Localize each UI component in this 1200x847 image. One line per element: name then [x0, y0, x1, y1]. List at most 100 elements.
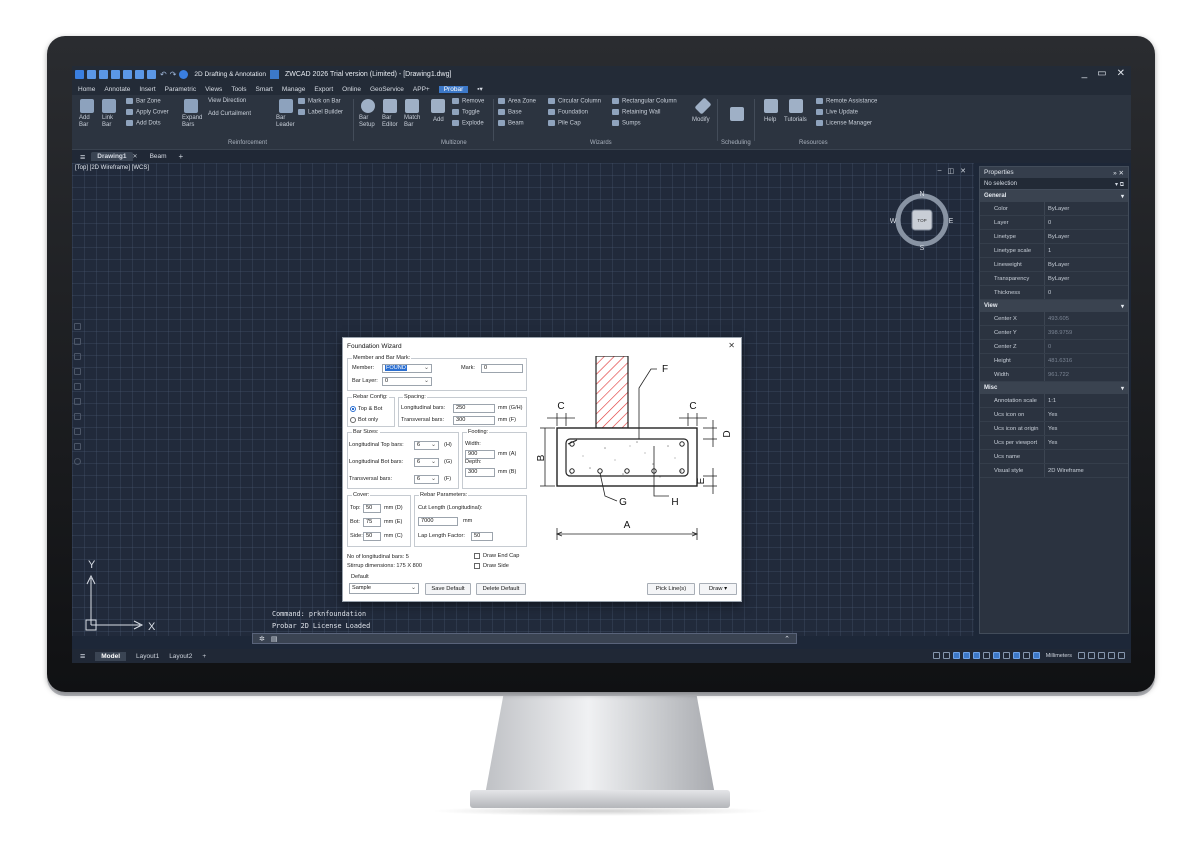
multizone-add-icon[interactable] — [431, 99, 445, 113]
help-circle-icon[interactable] — [179, 70, 189, 79]
cover-top-input[interactable]: 50 — [363, 504, 381, 513]
dynamic-input-icon[interactable] — [992, 652, 1000, 659]
tab-model[interactable]: Model — [95, 651, 127, 661]
menu-item-probar[interactable]: Probar — [438, 85, 469, 93]
label-builder-button[interactable]: Label Builder — [298, 109, 343, 116]
tool-icon[interactable] — [74, 383, 81, 390]
lineweight-toggle-icon[interactable] — [1002, 652, 1010, 659]
prop-section-general[interactable]: General ▾ — [980, 190, 1128, 202]
tool-icon[interactable] — [74, 428, 81, 435]
save-icon[interactable] — [111, 70, 120, 79]
beam-button[interactable]: Beam — [498, 120, 524, 127]
polar-toggle-icon[interactable] — [962, 652, 970, 659]
prop-value[interactable]: Yes — [1044, 422, 1128, 435]
menu-item-parametric[interactable]: Parametric — [165, 86, 196, 93]
tab-layout1[interactable]: Layout1 — [136, 653, 159, 660]
drawing-canvas[interactable]: [Top] [2D Wireframe] [WCS] – ◫ ✕ TOP N S… — [72, 163, 974, 644]
prop-value[interactable]: 1 — [1044, 244, 1128, 257]
bar-leader-button[interactable]: Bar Leader — [276, 115, 295, 129]
ortho-toggle-icon[interactable] — [952, 652, 960, 659]
expand-bars-button[interactable]: Expand Bars — [182, 115, 202, 129]
compass-north[interactable]: N — [919, 191, 924, 198]
help-icon[interactable] — [764, 99, 778, 113]
annotation-icon[interactable] — [1022, 652, 1030, 659]
prop-value[interactable] — [1044, 450, 1128, 463]
bar-layer-select[interactable]: 0 ⌄ — [382, 377, 432, 386]
prop-value[interactable]: Yes — [1044, 408, 1128, 421]
prop-row[interactable]: Linetype ByLayer — [980, 230, 1128, 244]
prop-row[interactable]: Thickness 0 — [980, 286, 1128, 300]
prop-value[interactable]: 0 — [1044, 286, 1128, 299]
settings-icon[interactable] — [74, 458, 81, 465]
prop-value[interactable]: 961.722 — [1044, 368, 1128, 381]
panel-label-resources[interactable]: Resources — [799, 140, 828, 146]
draw-end-cap-checkbox[interactable] — [474, 553, 480, 559]
panel-label-reinforcement[interactable]: Reinforcement — [228, 140, 267, 146]
prop-value[interactable]: 0 — [1044, 340, 1128, 353]
license-manager-button[interactable]: License Manager — [816, 120, 872, 127]
tool-icon[interactable] — [74, 443, 81, 450]
base-button[interactable]: Base — [498, 109, 522, 116]
expand-bars-icon[interactable] — [184, 99, 198, 113]
tool-icon[interactable] — [74, 353, 81, 360]
cut-length-input[interactable]: 7000 — [418, 517, 458, 526]
collapse-icon[interactable]: ▾ — [1121, 193, 1124, 200]
compass-west[interactable]: W — [890, 218, 897, 225]
tool-icon[interactable] — [74, 323, 81, 330]
prop-row[interactable]: Width 961.722 — [980, 368, 1128, 382]
plot-icon[interactable] — [147, 70, 156, 79]
fullscreen-icon[interactable] — [1108, 652, 1115, 659]
units-label[interactable]: Millimeters — [1046, 653, 1072, 659]
match-bar-button[interactable]: Match Bar — [404, 115, 420, 129]
command-line[interactable]: ✲ ▤ ⌃ — [252, 633, 797, 644]
draw-button[interactable]: Draw ▾ — [699, 583, 737, 595]
area-zone-button[interactable]: Area Zone — [498, 98, 536, 105]
menu-item-annotate[interactable]: Annotate — [104, 86, 130, 93]
prop-row[interactable]: Ucs icon on Yes — [980, 408, 1128, 422]
menu-item-views[interactable]: Views — [205, 86, 222, 93]
menu-item-smart[interactable]: Smart — [256, 86, 273, 93]
quick-select-icon[interactable]: ▾ ⧉ — [1115, 181, 1124, 189]
close-button[interactable]: ✕ — [1117, 68, 1125, 79]
pile-cap-button[interactable]: Pile Cap — [548, 120, 581, 127]
apply-cover-button[interactable]: Apply Cover — [126, 109, 169, 116]
tab-layout2[interactable]: Layout2 — [169, 653, 192, 660]
redo-icon[interactable]: ↷ — [170, 70, 177, 79]
menu-item-manage[interactable]: Manage — [282, 86, 306, 93]
collapse-icon[interactable]: ▾ — [1121, 303, 1124, 310]
prop-value[interactable]: ByLayer — [1044, 202, 1128, 215]
prop-row[interactable]: Ucs icon at origin Yes — [980, 422, 1128, 436]
workspace-icon[interactable] — [1088, 652, 1095, 659]
prop-value[interactable]: 493.605 — [1044, 312, 1128, 325]
tab-beam[interactable]: Beam — [144, 152, 173, 161]
compass-east[interactable]: E — [949, 218, 954, 225]
bar-setup-icon[interactable] — [361, 99, 375, 113]
wrench-icon[interactable] — [694, 97, 712, 115]
multizone-add-button[interactable]: Add — [433, 117, 444, 123]
toggle-button[interactable]: Toggle — [452, 109, 480, 116]
workspace-select[interactable]: 2D Drafting & Annotation — [194, 71, 266, 78]
home-workspace-icon[interactable] — [269, 70, 279, 79]
prop-row[interactable]: Center Y 398.9759 — [980, 326, 1128, 340]
bar-zone-button[interactable]: Bar Zone — [126, 98, 161, 105]
selection-cycling-icon[interactable] — [1012, 652, 1020, 659]
properties-close-icon[interactable]: » ✕ — [1113, 169, 1124, 177]
open-icon[interactable] — [99, 70, 108, 79]
menu-item-online[interactable]: Online — [342, 86, 361, 93]
delete-default-button[interactable]: Delete Default — [476, 583, 526, 595]
sumps-button[interactable]: Sumps — [612, 120, 641, 127]
remove-button[interactable]: Remove — [452, 98, 484, 105]
prop-row[interactable]: Ucs name — [980, 450, 1128, 464]
tool-icon[interactable] — [74, 368, 81, 375]
maximize-button[interactable]: ▭ — [1097, 68, 1106, 79]
trans-size-select[interactable]: 6 ⌄ — [414, 475, 439, 484]
bar-editor-icon[interactable] — [383, 99, 397, 113]
scheduling-icon[interactable] — [730, 107, 744, 121]
add-bar-icon[interactable] — [80, 99, 94, 113]
mark-input[interactable]: 0 — [481, 364, 523, 373]
panel-label-wizards[interactable]: Wizards — [590, 140, 612, 146]
top-bot-radio[interactable] — [350, 406, 356, 412]
panel-label-scheduling[interactable]: Scheduling — [721, 140, 751, 146]
pick-lines-button[interactable]: Pick Line(s) — [647, 583, 695, 595]
tool-icon[interactable] — [74, 338, 81, 345]
